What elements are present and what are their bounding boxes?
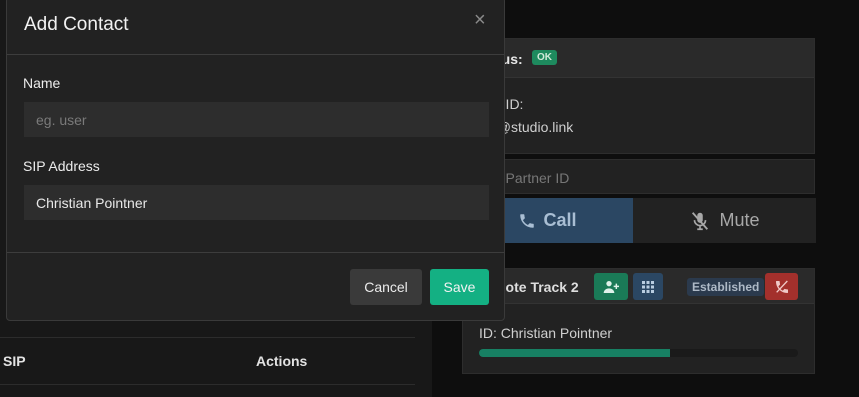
mute-label: Mute: [719, 210, 760, 230]
partner-id-input[interactable]: r Partner ID: [462, 159, 815, 194]
phone-icon: [520, 213, 535, 228]
close-icon[interactable]: ×: [474, 10, 486, 30]
dialog-divider: [7, 252, 504, 253]
call-state-badge: Established: [687, 278, 765, 296]
audio-level-bar: [479, 349, 798, 357]
audio-level-fill: [479, 349, 671, 357]
user-plus-icon: [603, 280, 619, 293]
save-button[interactable]: Save: [430, 269, 489, 305]
table-divider: [0, 384, 415, 385]
phone-slash-icon: [775, 280, 788, 293]
track-id: ID: Christian Pointner: [479, 325, 613, 341]
dialpad-button[interactable]: [633, 273, 663, 300]
status-badge: OK: [532, 50, 557, 65]
microphone-slash-icon: [692, 211, 709, 230]
track-header: note Track 2 Established: [463, 269, 814, 304]
sip-address-label: SIP Address: [23, 158, 100, 174]
table-header-sip: SIP: [3, 353, 26, 369]
table-divider: [0, 337, 415, 338]
status-header: tus: OK: [463, 39, 814, 78]
table-header-actions: Actions: [256, 353, 308, 369]
hangup-button[interactable]: [765, 273, 798, 300]
sip-address-input[interactable]: [24, 185, 489, 220]
dialog-divider: [7, 54, 504, 55]
remote-track-panel: note Track 2 Established ID: Christian P…: [462, 268, 815, 374]
mute-button[interactable]: Mute: [633, 198, 816, 243]
call-label: Call: [543, 210, 577, 230]
name-input[interactable]: [24, 102, 489, 137]
track-title: note Track 2: [497, 279, 579, 295]
cancel-button[interactable]: Cancel: [350, 269, 422, 305]
dialog-title: Add Contact: [24, 14, 129, 35]
dialpad-icon: [642, 280, 654, 293]
add-contact-dialog: Add Contact × Name SIP Address Cancel Sa…: [6, 0, 505, 321]
add-contact-button[interactable]: [594, 273, 628, 300]
name-label: Name: [23, 75, 61, 91]
status-panel: tus: OK r ID: e@studio.link: [462, 38, 815, 154]
